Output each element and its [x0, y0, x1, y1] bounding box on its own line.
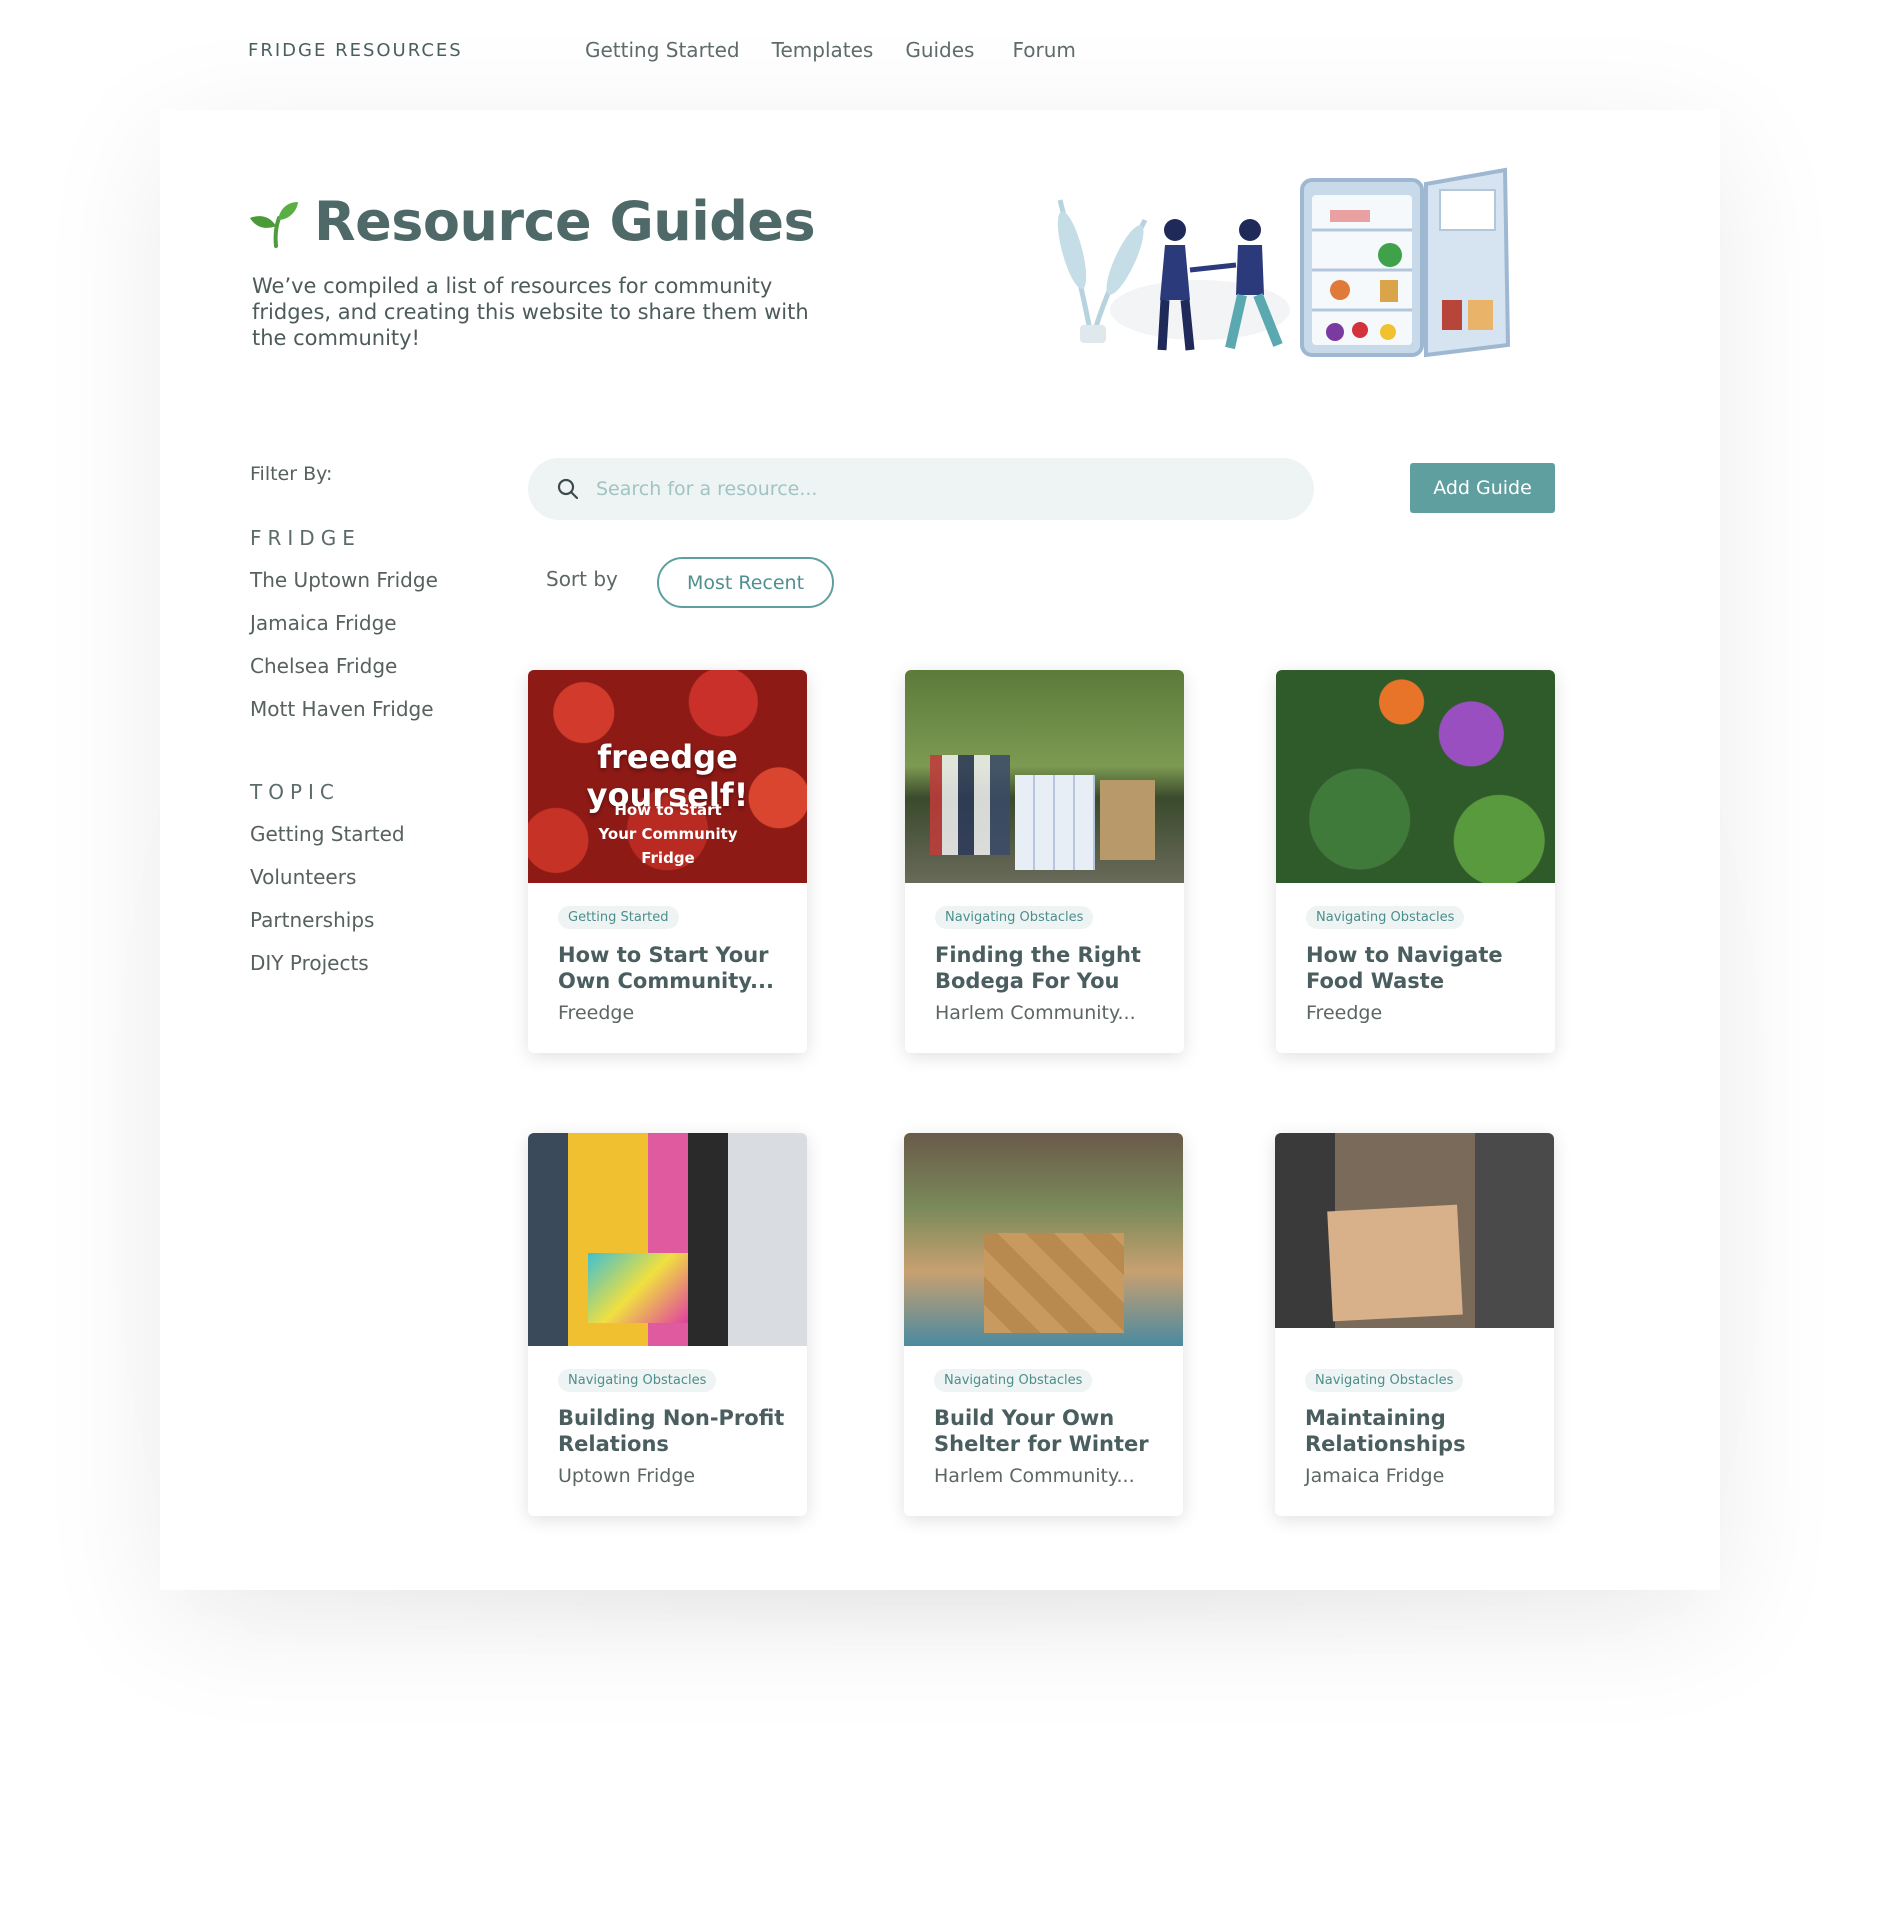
guide-card[interactable]: freedge yourself! How to Start Your Comm…	[528, 670, 807, 1053]
page-description: We’ve compiled a list of resources for c…	[252, 274, 809, 350]
topic-heading: TOPIC	[250, 780, 340, 804]
filter-fridge-jamaica[interactable]: Jamaica Fridge	[250, 611, 438, 654]
filter-fridge-uptown[interactable]: The Uptown Fridge	[250, 568, 438, 611]
nav-guides[interactable]: Guides	[905, 38, 974, 62]
guide-card[interactable]: Navigating Obstacles Finding the Right B…	[905, 670, 1184, 1053]
nav-templates[interactable]: Templates	[772, 38, 874, 62]
guide-author: Freedge	[1306, 1002, 1383, 1024]
topic-badge: Navigating Obstacles	[1305, 1369, 1464, 1392]
guide-card-image	[905, 670, 1184, 883]
guide-author: Freedge	[558, 1002, 635, 1024]
boxes-shape	[984, 1233, 1124, 1333]
search-input[interactable]	[596, 478, 1196, 500]
sign-shape	[1327, 1204, 1463, 1322]
guide-card[interactable]: Navigating Obstacles Building Non-Profit…	[528, 1133, 807, 1516]
filter-fridge-mott-haven[interactable]: Mott Haven Fridge	[250, 697, 438, 740]
guide-card[interactable]: Navigating Obstacles How to Navigate Foo…	[1276, 670, 1555, 1053]
topic-filter-list: Getting Started Volunteers Partnerships …	[250, 822, 405, 994]
filter-label: Filter By:	[250, 463, 333, 485]
fridge-filter-list: The Uptown Fridge Jamaica Fridge Chelsea…	[250, 568, 438, 740]
guide-card-image: freedge yourself! How to Start Your Comm…	[528, 670, 807, 883]
add-guide-button[interactable]: Add Guide	[1410, 463, 1555, 513]
fridge-illustration	[1057, 167, 1511, 358]
guide-card[interactable]: Navigating Obstacles Maintaining Relatio…	[1275, 1133, 1554, 1516]
filter-topic-getting-started[interactable]: Getting Started	[250, 822, 405, 865]
main-nav: Getting Started Templates Guides Forum	[585, 38, 1076, 62]
guide-title: How to Start Your Own Community...	[558, 943, 774, 993]
nav-forum[interactable]: Forum	[1012, 38, 1075, 62]
guide-author: Harlem Community...	[934, 1465, 1135, 1487]
guide-title: How to Navigate Food Waste	[1306, 943, 1503, 993]
topic-badge: Navigating Obstacles	[935, 906, 1094, 929]
crate-shape	[1100, 780, 1155, 860]
filter-fridge-chelsea[interactable]: Chelsea Fridge	[250, 654, 438, 697]
filter-topic-volunteers[interactable]: Volunteers	[250, 865, 405, 908]
sprout-icon	[250, 201, 298, 248]
guide-card-image	[528, 1133, 807, 1346]
people-shape	[930, 755, 1010, 855]
brand-logo[interactable]: FRIDGE RESOURCES	[248, 40, 463, 61]
filter-topic-partnerships[interactable]: Partnerships	[250, 908, 405, 951]
guide-title: Building Non-Profit Relations	[558, 1406, 785, 1456]
page-title: Resource Guides	[314, 190, 816, 253]
search-icon	[557, 478, 579, 500]
guide-card-image	[904, 1133, 1183, 1346]
filter-topic-diy-projects[interactable]: DIY Projects	[250, 951, 405, 994]
sort-label: Sort by	[546, 567, 618, 591]
sort-dropdown[interactable]: Most Recent	[657, 557, 834, 608]
guide-card[interactable]: Navigating Obstacles Build Your Own Shel…	[904, 1133, 1183, 1516]
graffiti-shape	[588, 1253, 688, 1323]
topic-badge: Navigating Obstacles	[934, 1369, 1093, 1392]
guide-card-image	[1275, 1133, 1554, 1328]
topic-badge: Navigating Obstacles	[1306, 906, 1465, 929]
image-subheading: How to Start Your Community Fridge	[598, 801, 738, 867]
guide-author: Uptown Fridge	[558, 1465, 696, 1487]
page-title-row: Resource Guides	[248, 190, 816, 253]
topic-badge: Getting Started	[558, 906, 679, 929]
search-bar	[528, 458, 1314, 520]
guide-title: Build Your Own Shelter for Winter	[934, 1406, 1149, 1456]
guide-author: Jamaica Fridge	[1305, 1465, 1445, 1487]
topic-badge: Navigating Obstacles	[558, 1369, 717, 1392]
guide-title: Finding the Right Bodega For You	[935, 943, 1141, 993]
nav-getting-started[interactable]: Getting Started	[585, 38, 740, 62]
guide-card-image	[1276, 670, 1555, 883]
boxes-shape	[1015, 775, 1095, 870]
fridge-heading: FRIDGE	[250, 526, 361, 550]
guide-author: Harlem Community...	[935, 1002, 1136, 1024]
guide-title: Maintaining Relationships	[1305, 1406, 1466, 1456]
